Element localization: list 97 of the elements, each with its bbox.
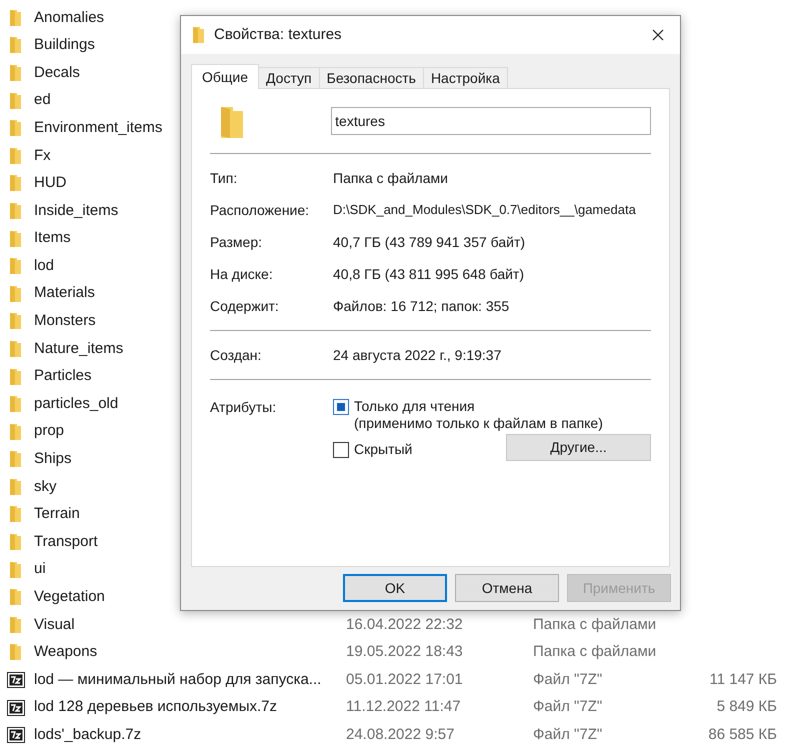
file-name: Transport — [34, 532, 98, 550]
title-folder-icon — [192, 26, 205, 44]
checkbox[interactable] — [333, 442, 349, 458]
property-label: Тип: — [210, 168, 238, 188]
file-name: HUD — [34, 174, 66, 192]
folder-icon — [9, 312, 22, 330]
file-name: ui — [34, 560, 46, 578]
property-label: Содержит: — [210, 296, 280, 316]
folder-icon — [9, 340, 22, 358]
file-type: Файл "7Z" — [533, 698, 602, 716]
folder-icon — [9, 478, 22, 496]
property-label: Создан: — [210, 346, 262, 365]
folder-icon — [9, 284, 22, 303]
property-value: 40,7 ГБ (43 789 941 357 байт) — [333, 232, 526, 252]
folder-icon — [9, 368, 22, 386]
folder-icon — [9, 92, 22, 110]
file-name: prop — [34, 422, 64, 440]
tab[interactable]: Общие — [191, 64, 260, 89]
file-name: Weapons — [34, 643, 98, 660]
folder-icon — [9, 230, 22, 248]
folder-icon — [9, 643, 22, 662]
archive-icon — [6, 700, 24, 716]
file-size: 5 849 КБ — [716, 698, 777, 716]
folder-icon — [9, 616, 22, 634]
tab[interactable]: Безопасность — [320, 67, 424, 88]
property-value: 40,8 ГБ (43 811 995 648 байт) — [333, 264, 524, 284]
property-value: 24 августа 2022 г., 9:19:37 — [333, 346, 502, 365]
file-name: lods'_backup.7z — [34, 726, 142, 743]
property-label: Размер: — [210, 232, 264, 252]
file-name: Inside_items — [34, 202, 118, 219]
name-field[interactable]: textures — [331, 107, 651, 135]
dialog-button[interactable]: OK — [343, 574, 447, 602]
folder-icon — [9, 533, 22, 552]
close-icon[interactable] — [652, 29, 664, 41]
other-attributes-button[interactable]: Другие... — [506, 434, 651, 461]
checkbox-label[interactable]: Только для чтения — [354, 398, 603, 415]
folder-icon — [9, 36, 22, 54]
checkbox-note: (применимо только к файлам в папке) — [354, 415, 603, 432]
folder-icon — [9, 588, 22, 606]
file-name: Vegetation — [34, 588, 105, 606]
modified-date: 24.08.2022 9:57 — [346, 726, 454, 743]
folder-icon — [9, 422, 22, 441]
file-name: lod 128 деревьев используемых.7z — [34, 698, 277, 716]
folder-icon — [9, 395, 22, 414]
tab[interactable]: Настройка — [424, 67, 508, 88]
file-name: Decals — [34, 64, 80, 81]
folder-icon — [9, 257, 22, 276]
file-name: lod — минимальный набор для запуска... — [34, 670, 322, 688]
tab[interactable]: Доступ — [259, 67, 320, 88]
file-type: Папка с файлами — [533, 643, 656, 660]
file-name: Nature_items — [34, 340, 124, 357]
dialog-button[interactable]: Отмена — [455, 574, 559, 602]
modified-date: 16.04.2022 22:32 — [346, 616, 463, 633]
file-name: lod — [34, 256, 54, 274]
file-size: 86 585 КБ — [708, 726, 777, 743]
property-value: Файлов: 16 712; папок: 355 — [333, 296, 510, 316]
file-name: Environment_items — [34, 118, 162, 136]
modified-date: 19.05.2022 18:43 — [346, 643, 463, 660]
folder-icon — [9, 202, 22, 220]
property-value: Папка с файлами — [333, 168, 448, 188]
modified-date: 11.12.2022 11:47 — [346, 698, 461, 716]
property-value: D:\SDK_and_Modules\SDK_0.7\editors__\gamedata — [333, 201, 636, 220]
property-label: Расположение: — [210, 200, 310, 220]
file-name: Visual — [34, 616, 75, 633]
file-name: Ships — [34, 450, 72, 468]
file-name: ed — [34, 91, 51, 108]
file-name: Fx — [34, 146, 51, 164]
folder-icon — [9, 450, 22, 468]
file-name: Items — [34, 229, 71, 246]
file-name: Monsters — [34, 312, 96, 330]
file-type: Файл "7Z" — [533, 670, 602, 688]
file-size: 11 147 КБ — [709, 670, 777, 688]
folder-icon — [9, 174, 22, 192]
folder-icon — [9, 8, 22, 27]
archive-icon — [6, 672, 24, 688]
property-label: На диске: — [210, 264, 274, 284]
file-name: sky — [34, 478, 56, 495]
file-name: Buildings — [34, 36, 95, 54]
folder-icon — [9, 64, 22, 82]
folder-icon — [9, 560, 22, 579]
file-type: Папка с файлами — [533, 616, 656, 633]
folder-icon — [219, 105, 244, 139]
file-name: Terrain — [34, 505, 80, 522]
file-name: Anomalies — [34, 8, 104, 26]
archive-icon — [6, 727, 24, 744]
file-name: Materials — [34, 284, 95, 302]
folder-icon — [9, 505, 22, 524]
attributes-label: Атрибуты: — [210, 398, 278, 417]
folder-icon — [9, 119, 22, 138]
folder-icon — [9, 146, 22, 165]
file-type: Файл "7Z" — [533, 726, 602, 743]
file-name: particles_old — [34, 394, 118, 412]
file-name: Particles — [34, 367, 92, 384]
modified-date: 05.01.2022 17:01 — [346, 670, 463, 688]
window-title: Свойства: textures — [214, 24, 343, 45]
checkbox[interactable] — [333, 399, 349, 415]
checkbox-label[interactable]: Скрытый — [354, 441, 412, 458]
